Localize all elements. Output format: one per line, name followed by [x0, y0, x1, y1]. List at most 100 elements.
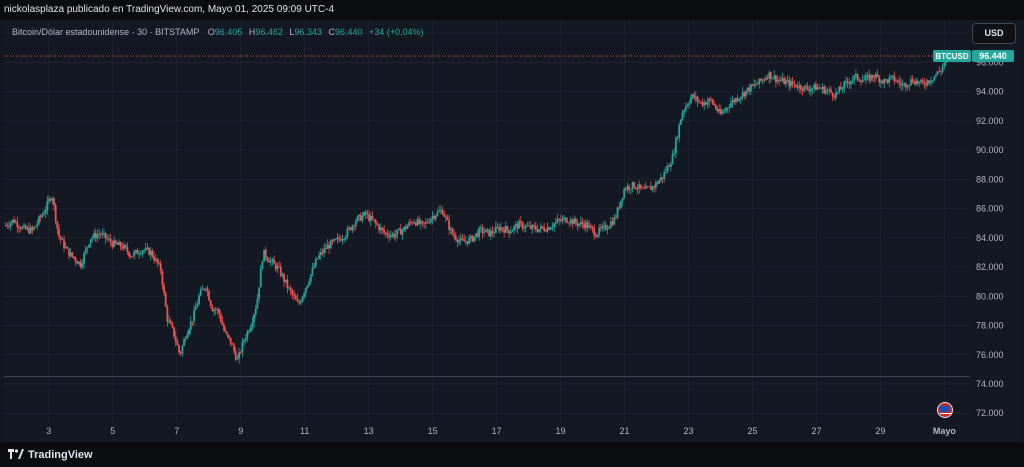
- candle-body: [468, 237, 471, 244]
- candle-body: [358, 214, 361, 217]
- candle-body: [539, 226, 542, 230]
- candle-body: [641, 187, 644, 189]
- candle-body: [296, 299, 299, 302]
- candle-body: [29, 227, 32, 234]
- candle-body: [344, 236, 347, 239]
- candle-body: [116, 243, 119, 245]
- candle-body: [756, 84, 759, 85]
- candle-body: [558, 219, 561, 221]
- candle-body: [481, 227, 484, 233]
- candle-body: [389, 235, 392, 238]
- candle-body: [46, 200, 49, 211]
- candle-body: [151, 250, 154, 257]
- candle-body: [196, 303, 199, 308]
- candle-body: [114, 240, 117, 244]
- tradingview-brand[interactable]: TradingView: [8, 448, 93, 461]
- candle-body: [363, 212, 366, 216]
- candle-body: [611, 221, 614, 225]
- candle-body: [254, 308, 257, 315]
- candle-body: [925, 84, 927, 86]
- candle-body: [23, 225, 25, 227]
- candle-body: [548, 227, 551, 230]
- candle-body: [39, 216, 42, 218]
- candle-body: [741, 92, 744, 98]
- candle-body: [21, 226, 24, 230]
- candle-body: [895, 80, 897, 82]
- candle-body: [409, 222, 412, 223]
- candle-body: [861, 80, 864, 83]
- candle-body: [936, 71, 939, 75]
- candle-body: [534, 226, 537, 230]
- candle-body: [131, 256, 134, 257]
- candle-body: [850, 81, 852, 85]
- x-tick-label: 17: [492, 426, 502, 436]
- candle-body: [519, 221, 522, 223]
- candle-body: [845, 81, 847, 82]
- candle-body: [935, 74, 937, 77]
- candle-body: [694, 96, 697, 99]
- candle-body: [513, 226, 516, 231]
- candle-body: [74, 258, 77, 262]
- candle-body: [418, 219, 421, 224]
- candle-body: [870, 74, 872, 81]
- candle-body: [701, 102, 704, 106]
- candle-body: [671, 154, 674, 165]
- candle-body: [174, 336, 177, 342]
- price-chart[interactable]: 72.000 74.000 76.000 78.000 80.000 82.000 84.0…: [0, 0, 1024, 467]
- candle-body: [66, 247, 69, 249]
- candle-body: [329, 240, 332, 249]
- candle-body: [98, 234, 100, 235]
- candle-body: [93, 233, 95, 238]
- candle-body: [419, 221, 422, 224]
- candle-body: [831, 92, 834, 97]
- candle-body: [788, 80, 791, 87]
- us-flag-icon[interactable]: [937, 402, 953, 418]
- candle-body: [128, 251, 130, 256]
- candle-body: [479, 227, 482, 229]
- candle-body: [224, 330, 227, 333]
- candle-body: [349, 227, 352, 231]
- candle-body: [223, 325, 225, 331]
- candle-body: [778, 79, 781, 81]
- candle-body: [388, 235, 391, 238]
- candle-body: [308, 281, 310, 286]
- candle-body: [739, 97, 742, 99]
- candle-body: [438, 210, 441, 212]
- candle-body: [528, 225, 531, 227]
- candle-body: [411, 222, 414, 224]
- candle-body: [463, 239, 466, 242]
- candle-body: [456, 239, 459, 243]
- candle-body: [564, 217, 567, 223]
- candle-body: [461, 238, 464, 240]
- candle-body: [236, 358, 239, 360]
- candle-body: [803, 85, 806, 91]
- candle-body: [4, 225, 7, 227]
- candle-body: [384, 232, 387, 234]
- candle-body: [84, 248, 87, 254]
- candle-body: [576, 223, 579, 226]
- y-tick-label: 78.000: [976, 321, 1004, 331]
- currency-button[interactable]: USD: [972, 23, 1016, 44]
- candle-body: [281, 274, 284, 276]
- candle-body: [374, 220, 377, 224]
- candle-body: [915, 80, 917, 85]
- candle-body: [166, 306, 169, 322]
- candle-body: [516, 224, 519, 229]
- candle-body: [841, 88, 844, 90]
- candle-body: [446, 216, 449, 220]
- candle-body: [86, 247, 89, 249]
- candle-body: [571, 219, 574, 225]
- candle-body: [246, 331, 249, 339]
- candle-body: [139, 253, 142, 255]
- candle-body: [719, 109, 722, 114]
- candle-body: [638, 184, 641, 189]
- candle-body: [339, 239, 342, 241]
- candle-body: [679, 119, 682, 125]
- y-tick-label: 88.000: [976, 174, 1004, 184]
- candle-body: [138, 253, 140, 255]
- candle-body: [491, 231, 494, 234]
- candle-body: [711, 99, 714, 104]
- candle-body: [359, 214, 362, 221]
- candle-body: [828, 89, 831, 91]
- candle-body: [678, 124, 681, 138]
